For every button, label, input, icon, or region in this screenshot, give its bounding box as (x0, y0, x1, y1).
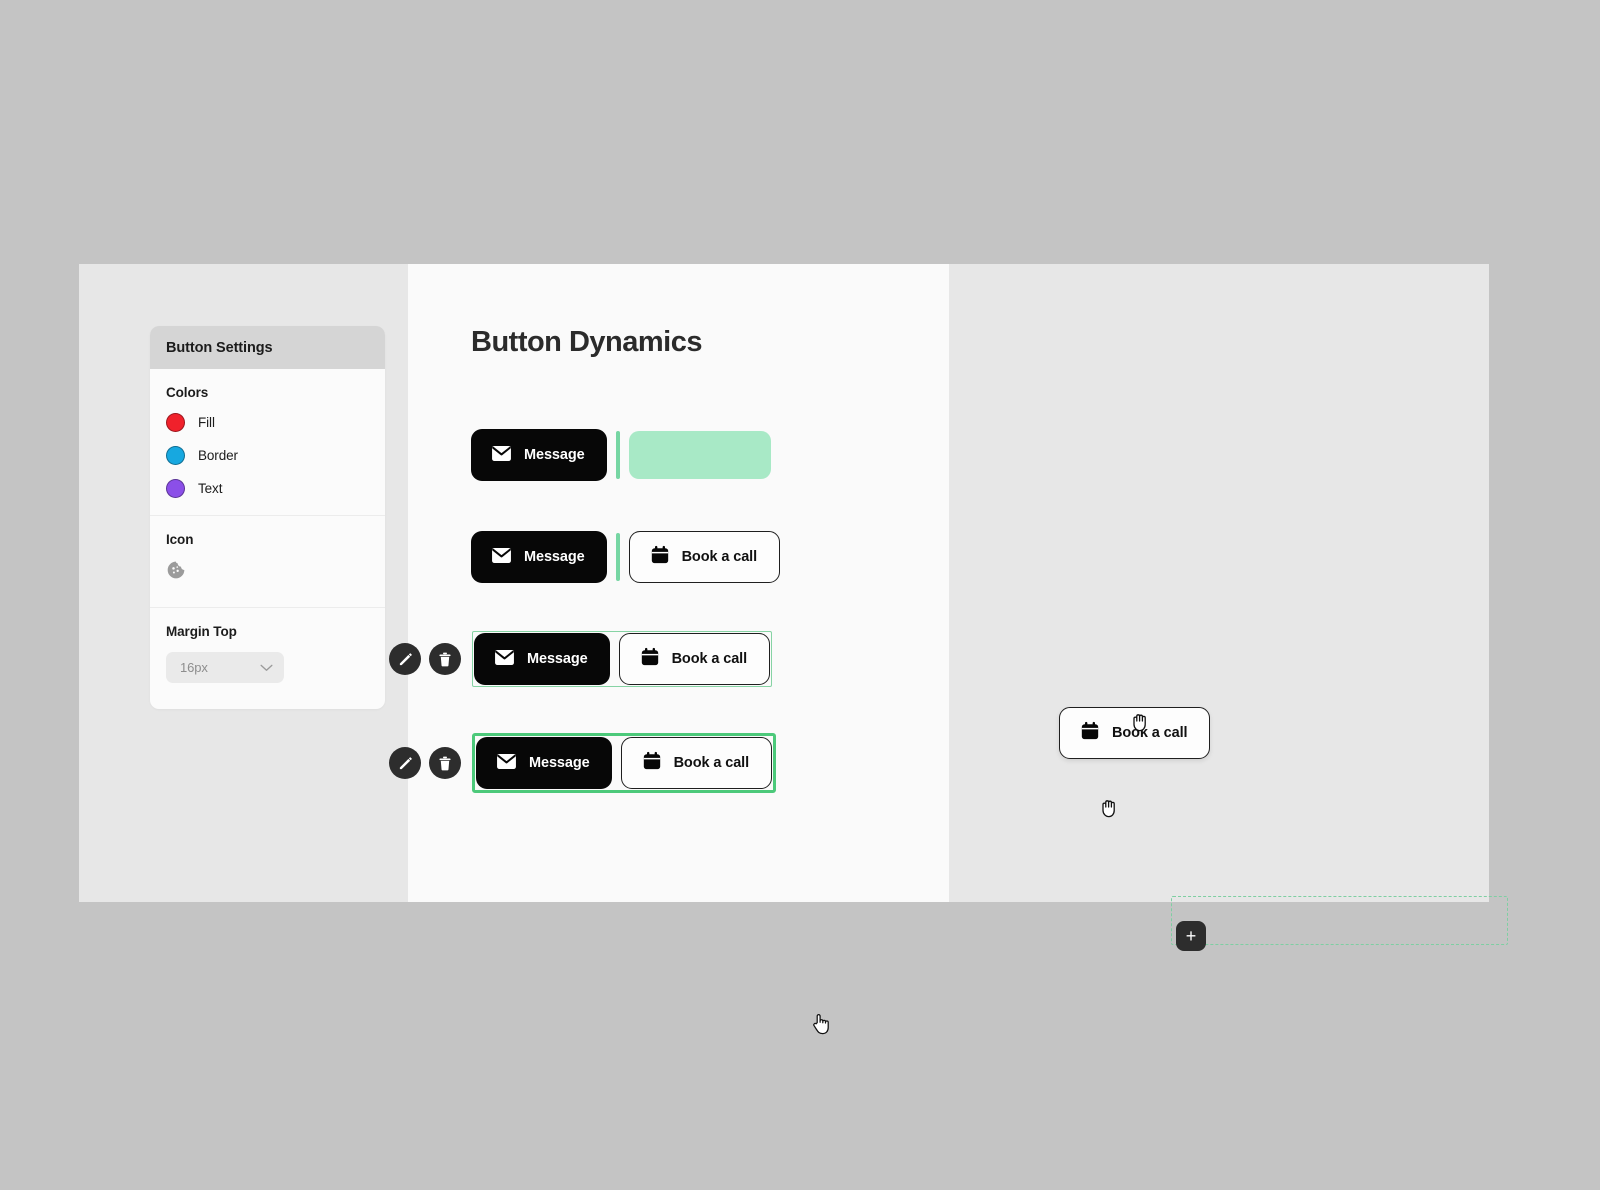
envelope-icon (496, 753, 517, 774)
colors-section: Colors Fill Border Text (150, 369, 385, 516)
calendar-icon (650, 545, 670, 569)
button-group: Message (471, 429, 771, 481)
trash-icon (439, 756, 451, 770)
drag-insert-indicator (615, 533, 620, 581)
envelope-icon (491, 445, 512, 466)
book-a-call-button-dragged[interactable]: Book a call (1059, 707, 1211, 759)
color-row-text[interactable]: Text (166, 479, 369, 498)
left-rail: Button Settings Colors Fill Border Text … (79, 264, 408, 902)
message-button-label: Message (527, 650, 588, 667)
selection-outline[interactable]: Message Book a call (472, 631, 773, 687)
button-group: Message Book a call (474, 633, 771, 685)
drag-insert-indicator (615, 431, 620, 479)
drag-placeholder (628, 431, 771, 479)
row-controls (389, 747, 461, 779)
book-a-call-button-label: Book a call (681, 548, 758, 565)
icon-section: Icon (150, 516, 385, 608)
book-a-call-button-label: Book a call (671, 650, 748, 667)
message-button[interactable]: Message (471, 531, 607, 583)
message-button[interactable]: Message (471, 429, 607, 481)
add-button[interactable]: + (1176, 921, 1206, 951)
envelope-icon (494, 649, 515, 670)
margin-top-section-title: Margin Top (166, 624, 237, 639)
margin-top-section: Margin Top 16px (150, 608, 385, 709)
border-color-label: Border (198, 448, 238, 463)
cookie-icon[interactable] (166, 560, 369, 585)
app-window: Button Settings Colors Fill Border Text … (79, 264, 1508, 1035)
button-row-selected-active: Message Book a call (389, 733, 777, 793)
book-a-call-button[interactable]: Book a call (620, 737, 773, 789)
color-list: Fill Border Text (166, 413, 369, 498)
settings-panel-title: Button Settings (150, 326, 385, 369)
delete-button[interactable] (429, 643, 461, 675)
edit-button[interactable] (389, 747, 421, 779)
message-button[interactable]: Message (474, 633, 610, 685)
calendar-icon (642, 751, 662, 775)
calendar-icon (1080, 721, 1100, 745)
book-a-call-button[interactable]: Book a call (628, 531, 781, 583)
pencil-icon (399, 756, 412, 769)
message-button-label: Message (524, 446, 585, 463)
fill-color-label: Fill (198, 415, 215, 430)
edit-button[interactable] (389, 643, 421, 675)
right-pane (948, 264, 1489, 902)
canvas: Button Dynamics Message Book a call Mess… (389, 264, 1508, 1035)
chevron-down-icon (260, 659, 273, 677)
page-title: Button Dynamics (471, 326, 702, 358)
button-row-selected-dropzone: Message Book a call (389, 631, 773, 687)
button-row-dragging: Message (471, 429, 771, 481)
colors-section-title: Colors (166, 385, 209, 400)
book-a-call-button-label: Book a call (673, 754, 750, 771)
calendar-icon (640, 647, 660, 671)
book-a-call-button-label: Book a call (1112, 724, 1188, 741)
text-color-swatch[interactable] (166, 479, 185, 498)
button-group: Message Book a call (476, 737, 773, 789)
message-button-label: Message (524, 548, 585, 565)
margin-top-value: 16px (180, 660, 208, 675)
margin-top-select[interactable]: 16px (166, 652, 284, 683)
message-button[interactable]: Message (476, 737, 612, 789)
button-group: Message Book a call (471, 531, 781, 583)
icon-section-title: Icon (166, 532, 194, 547)
drop-zone[interactable] (1171, 896, 1508, 945)
message-button-label: Message (529, 754, 590, 771)
row-controls (389, 643, 461, 675)
button-settings-panel: Button Settings Colors Fill Border Text … (150, 326, 385, 709)
color-row-border[interactable]: Border (166, 446, 369, 465)
pencil-icon (399, 652, 412, 665)
selection-outline[interactable]: Message Book a call (472, 733, 777, 793)
border-color-swatch[interactable] (166, 446, 185, 465)
delete-button[interactable] (429, 747, 461, 779)
pointing-hand-cursor (812, 1013, 830, 1040)
envelope-icon (491, 547, 512, 568)
text-color-label: Text (198, 481, 223, 496)
fill-color-swatch[interactable] (166, 413, 185, 432)
button-row-hover: Message Book a call (471, 531, 781, 583)
plus-icon: + (1185, 926, 1197, 946)
book-a-call-button[interactable]: Book a call (618, 633, 771, 685)
trash-icon (439, 652, 451, 666)
color-row-fill[interactable]: Fill (166, 413, 369, 432)
